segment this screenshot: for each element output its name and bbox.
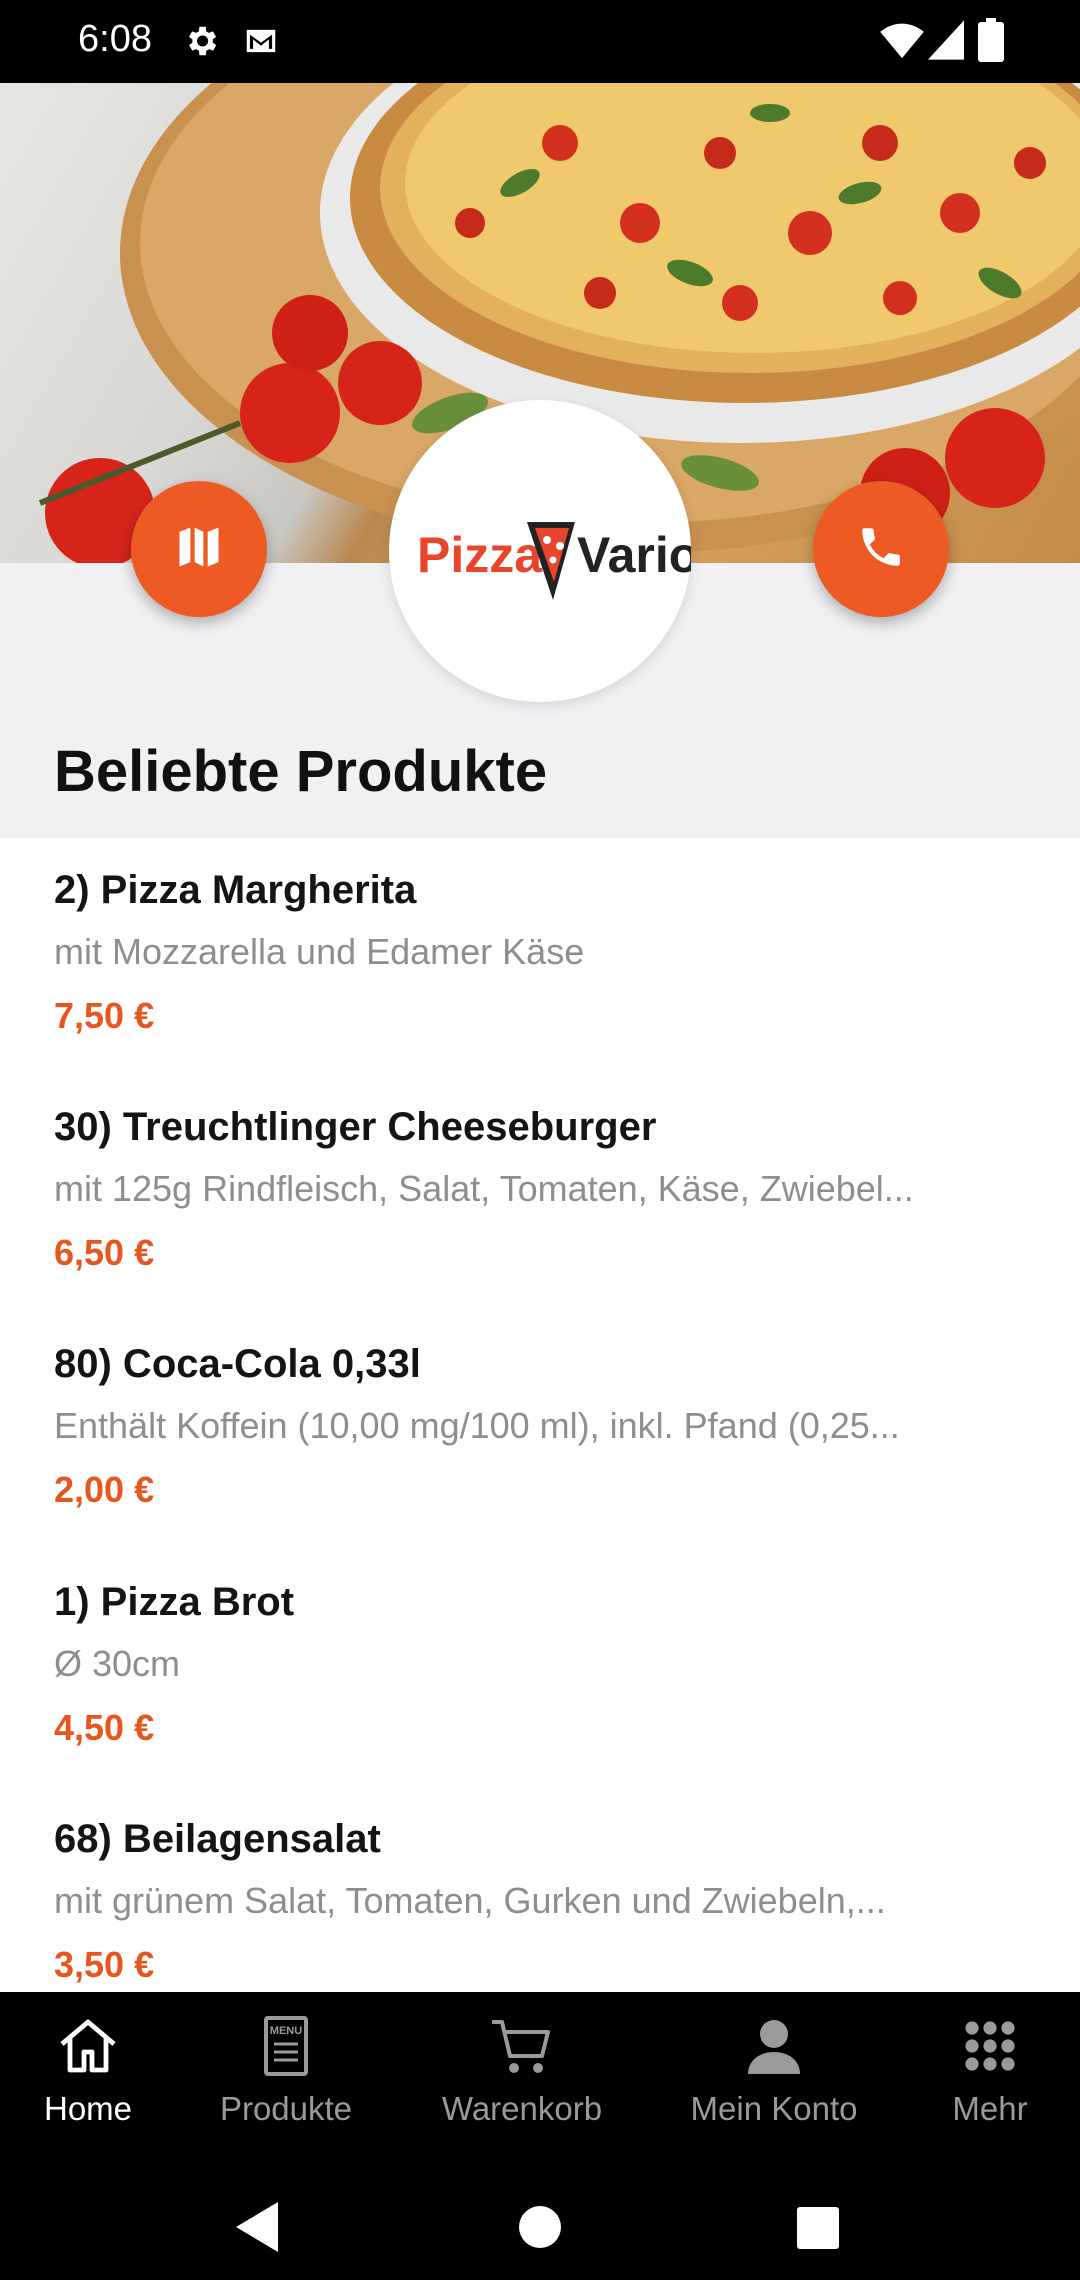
settings-icon (182, 22, 220, 64)
section-title: Beliebte Produkte (54, 739, 548, 804)
product-name: 68) Beilagensalat (54, 1817, 381, 1861)
product-item[interactable]: 80) Coca-Cola 0,33l Enthält Koffein (10,… (54, 1342, 1034, 1511)
product-item[interactable]: 30) Treuchtlinger Cheeseburger mit 125g … (54, 1105, 1034, 1274)
wifi-icon (880, 20, 924, 64)
call-button[interactable] (813, 481, 949, 617)
nav-products[interactable]: MENU Produkte (200, 1992, 372, 2132)
signal-icon (928, 20, 964, 64)
product-description: mit 125g Rindfleisch, Salat, Tomaten, Kä… (54, 1168, 914, 1209)
logo-text-vario: Vario (577, 527, 691, 583)
home-icon (56, 2014, 120, 2078)
product-price: 2,00 € (54, 1469, 155, 1510)
product-price: 3,50 € (54, 1944, 155, 1985)
status-bar: 6:08 (0, 0, 1080, 83)
nav-label: Mehr (952, 2090, 1028, 2127)
user-icon (746, 2014, 802, 2078)
nav-label: Produkte (219, 2090, 353, 2127)
nav-more[interactable]: Mehr (930, 1992, 1050, 2132)
phone-icon (856, 522, 906, 576)
bottom-navigation: Home MENU Produkte Warenkorb Mein Konto … (0, 1992, 1080, 2172)
menu-card-icon: MENU (260, 2014, 312, 2078)
map-icon (173, 521, 225, 577)
product-name: 2) Pizza Margherita (54, 868, 417, 912)
nav-label: Warenkorb (441, 2090, 603, 2127)
recents-icon[interactable] (797, 2207, 839, 2253)
menu-card-text: MENU (270, 2025, 302, 2037)
restaurant-logo: Pizza Vario (389, 400, 699, 702)
back-icon[interactable] (236, 2202, 280, 2256)
product-name: 1) Pizza Brot (54, 1580, 295, 1624)
nav-cart[interactable]: Warenkorb (424, 1992, 620, 2132)
product-item[interactable]: 1) Pizza Brot Ø 30cm 4,50 € (54, 1580, 1034, 1749)
product-price: 6,50 € (54, 1232, 155, 1273)
product-price: 4,50 € (54, 1707, 155, 1748)
map-button[interactable] (131, 481, 267, 617)
nav-label: Mein Konto (690, 2090, 858, 2127)
product-description: mit Mozzarella und Edamer Käse (54, 931, 585, 972)
status-time: 6:08 (78, 18, 152, 60)
product-description: Ø 30cm (54, 1643, 181, 1684)
product-description: Enthält Koffein (10,00 mg/100 ml), inkl.… (54, 1405, 900, 1446)
product-name: 80) Coca-Cola 0,33l (54, 1342, 421, 1386)
product-name: 30) Treuchtlinger Cheeseburger (54, 1105, 657, 1149)
battery-icon (978, 18, 1004, 66)
product-item[interactable]: 2) Pizza Margherita mit Mozzarella und E… (54, 868, 1034, 1037)
home-circle-icon[interactable] (518, 2205, 562, 2253)
product-description: mit grünem Salat, Tomaten, Gurken und Zw… (54, 1880, 886, 1921)
grid-icon (964, 2014, 1016, 2078)
nav-home[interactable]: Home (20, 1992, 156, 2132)
product-price: 7,50 € (54, 995, 155, 1036)
cart-icon (490, 2014, 554, 2078)
mail-icon (242, 22, 280, 64)
nav-account[interactable]: Mein Konto (676, 1992, 872, 2132)
nav-label: Home (43, 2090, 133, 2127)
logo-text-pizza: Pizza (417, 527, 543, 583)
system-navigation-bar (0, 2172, 1080, 2280)
product-item[interactable]: 68) Beilagensalat mit grünem Salat, Toma… (54, 1817, 1034, 1986)
